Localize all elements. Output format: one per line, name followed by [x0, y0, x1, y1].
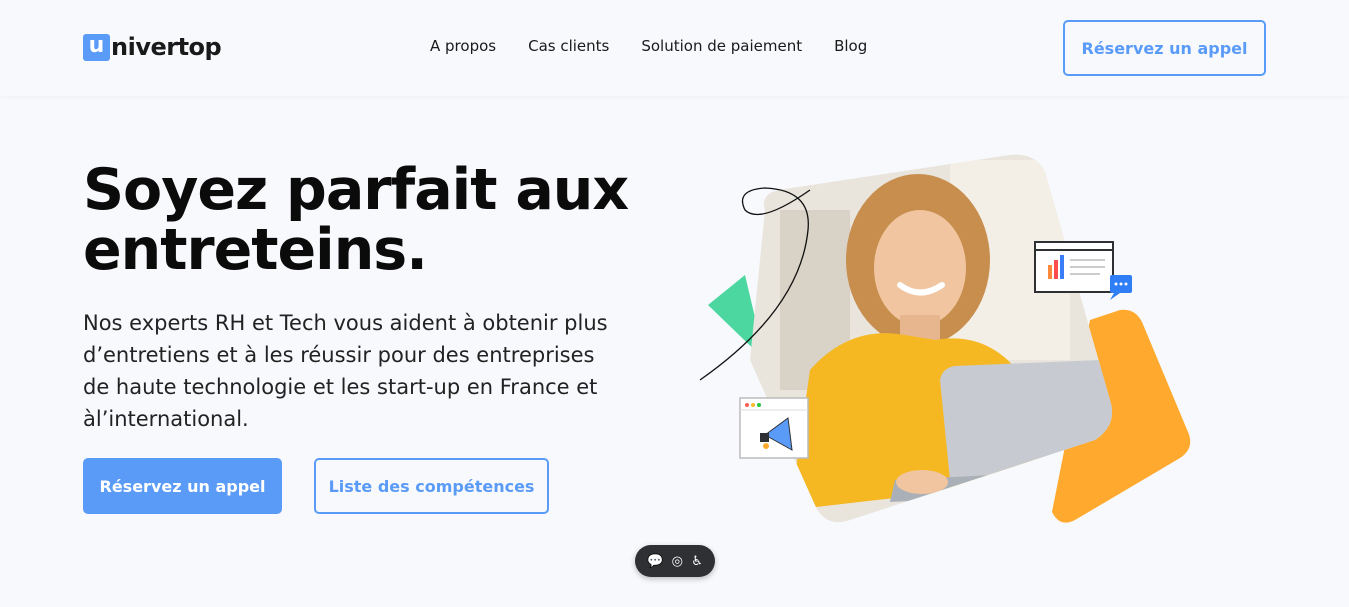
book-call-button[interactable]: Réservez un appel — [83, 458, 282, 514]
skills-list-button[interactable]: Liste des compétences — [314, 458, 549, 514]
accessibility-icon[interactable]: ♿ — [691, 555, 703, 568]
logo-text: nivertop — [111, 33, 222, 61]
chart-card-icon — [1034, 241, 1132, 300]
megaphone-card-icon — [739, 397, 809, 459]
header-book-call-button[interactable]: Réservez un appel — [1063, 20, 1266, 76]
hero-illustration — [699, 154, 1191, 523]
site-header: u nivertop A propos Cas clients Solution… — [0, 0, 1349, 96]
nav-item-solution-paiement[interactable]: Solution de paiement — [641, 37, 802, 55]
nav-item-blog[interactable]: Blog — [834, 37, 867, 55]
chat-icon[interactable]: 💬 — [647, 555, 663, 568]
toggle-icon[interactable]: ◎ — [672, 555, 683, 568]
hero-title: Soyez parfait aux entreteins. — [83, 160, 643, 280]
hero-title-line-1: Soyez parfait aux — [83, 157, 629, 223]
nav-item-a-propos[interactable]: A propos — [430, 37, 496, 55]
floating-toolbar: 💬 ◎ ♿ — [635, 545, 715, 577]
hero-title-line-2: entreteins. — [83, 217, 428, 283]
logo-mark: u — [83, 33, 110, 61]
main-nav: A propos Cas clients Solution de paiemen… — [430, 37, 867, 55]
hero-description: Nos experts RH et Tech vous aident à obt… — [83, 311, 608, 431]
logo[interactable]: u nivertop — [83, 33, 222, 61]
nav-item-cas-clients[interactable]: Cas clients — [528, 37, 609, 55]
